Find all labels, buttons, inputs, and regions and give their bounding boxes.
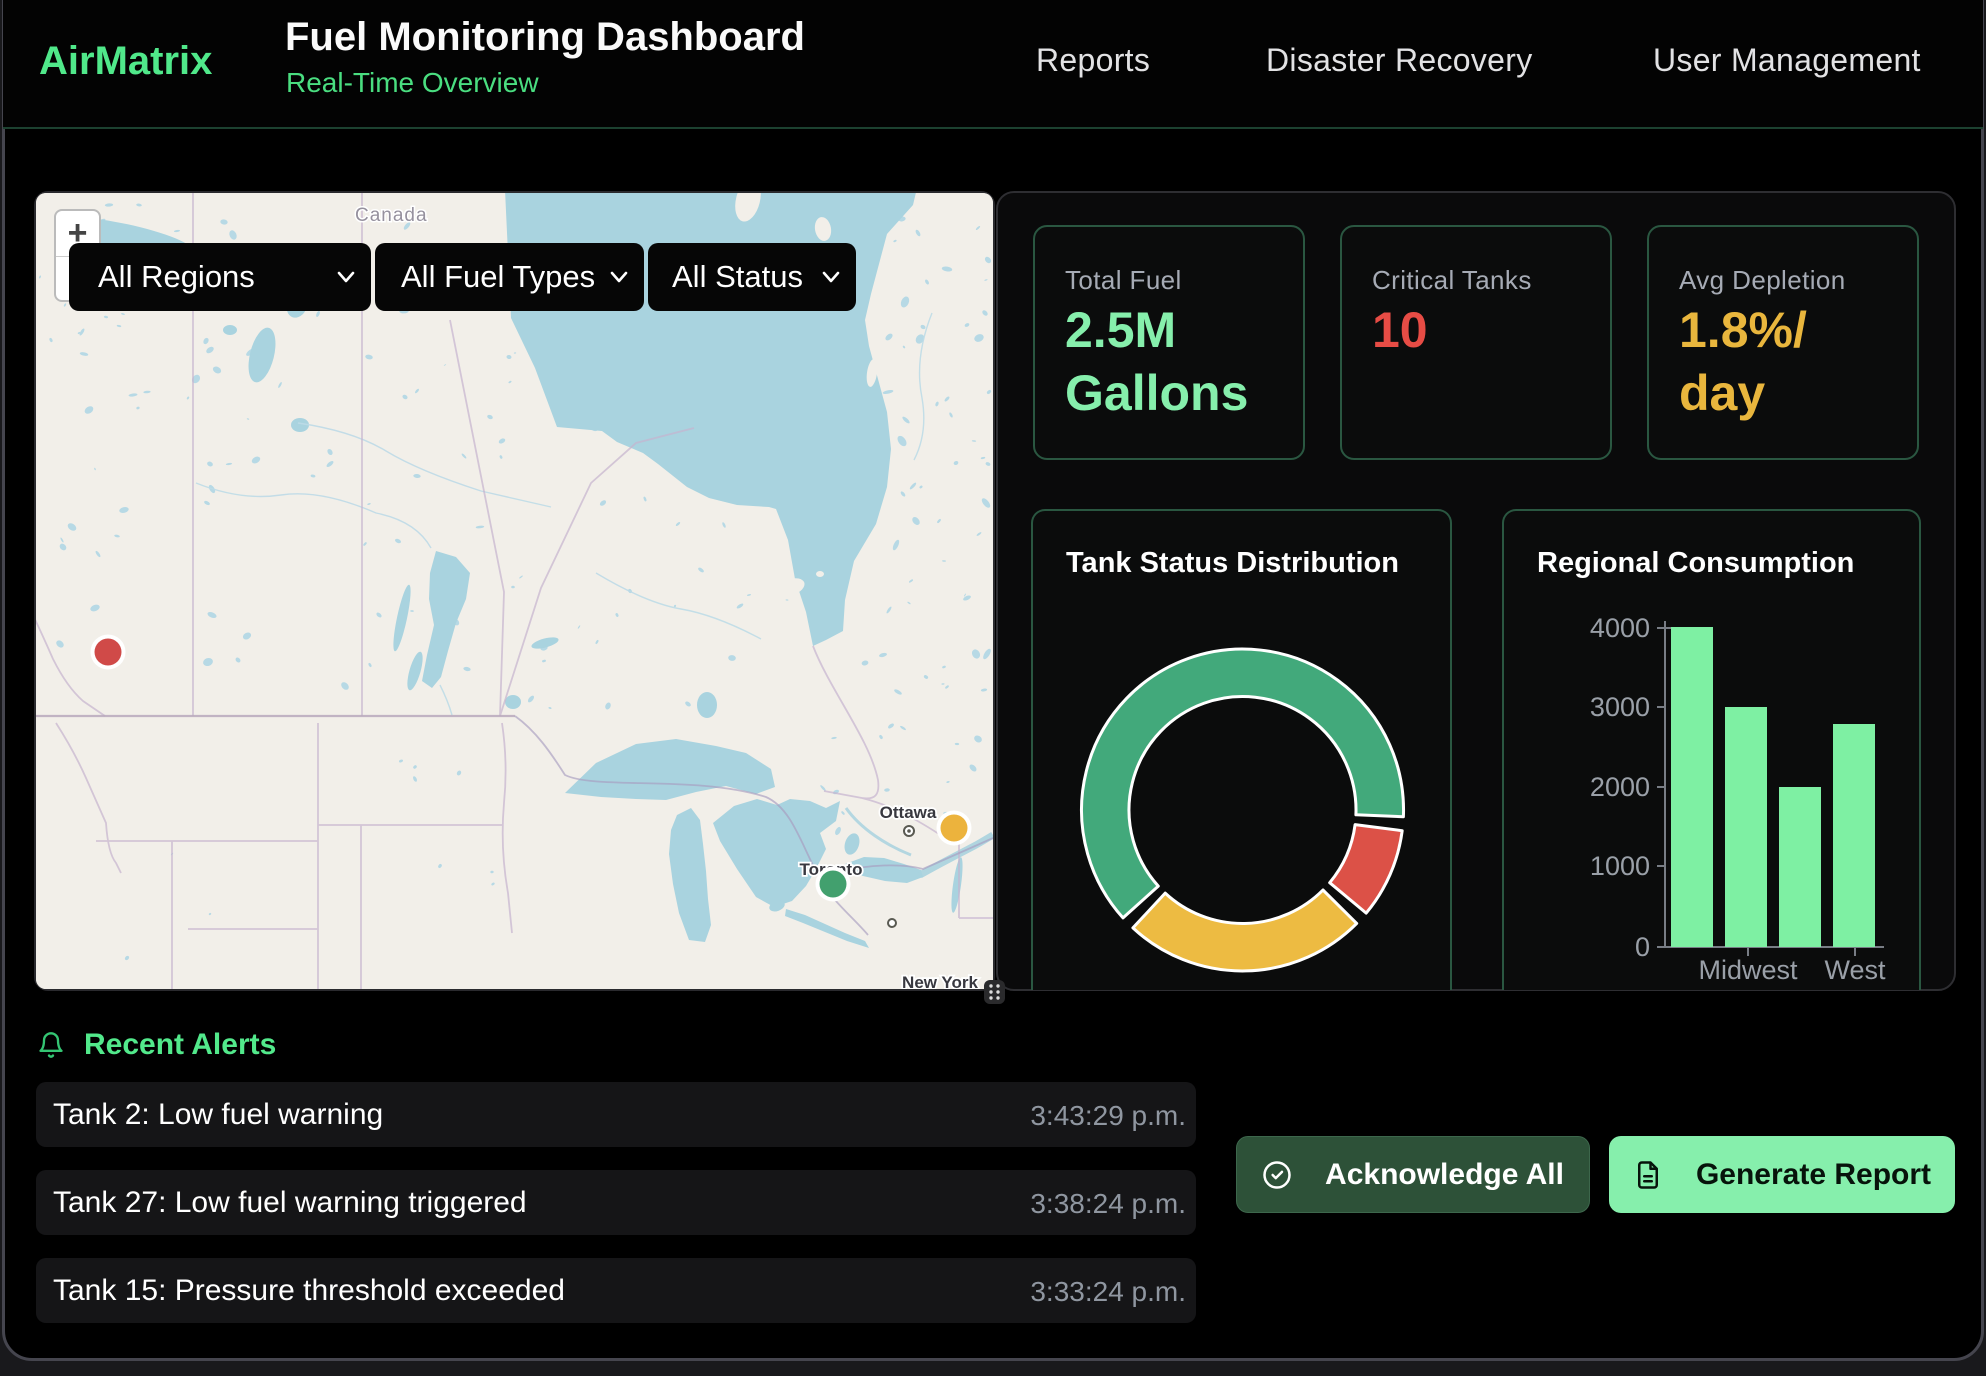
svg-text:0: 0: [1635, 932, 1650, 962]
svg-text:West: West: [1824, 955, 1886, 985]
svg-text:Midwest: Midwest: [1698, 955, 1798, 985]
svg-text:4000: 4000: [1590, 613, 1650, 643]
svg-text:Ottawa: Ottawa: [880, 803, 937, 822]
svg-text:1000: 1000: [1590, 851, 1650, 881]
svg-text:3000: 3000: [1590, 692, 1650, 722]
svg-text:2000: 2000: [1590, 772, 1650, 802]
svg-text:New York: New York: [902, 973, 978, 989]
svg-text:Canada: Canada: [355, 205, 428, 226]
